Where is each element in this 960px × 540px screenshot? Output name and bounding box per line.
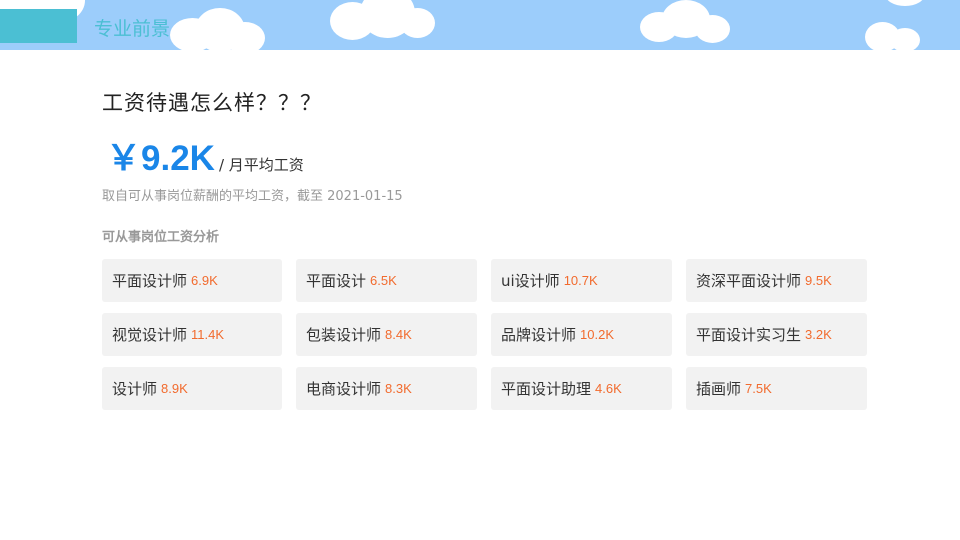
job-name: 平面设计 [306, 272, 367, 290]
job-chip[interactable]: 平面设计 6.5K [296, 259, 477, 302]
salary-unit: / 月平均工资 [218, 156, 304, 174]
job-salary: 9.5K [805, 273, 832, 288]
job-salary: 8.9K [161, 381, 188, 396]
job-salary: 6.5K [370, 273, 397, 288]
job-name: 包装设计师 [306, 326, 382, 344]
job-salary: 10.7K [563, 273, 598, 288]
header-title: 专业前景 [94, 18, 171, 40]
job-name: 品牌设计师 [501, 326, 577, 344]
job-salary: 10.2K [580, 327, 614, 342]
job-salary: 6.9K [191, 273, 218, 288]
question-heading: 工资待遇怎么样？？？ [102, 91, 322, 115]
slide: 专业前景 工资待遇怎么样？？？ ￥9.2K / 月平均工资 取自可从事岗位薪酬的… [0, 0, 960, 540]
job-chip[interactable]: 平面设计助理 4.6K [491, 367, 672, 410]
header-accent-block [0, 9, 77, 43]
sky-header-banner: 专业前景 [0, 0, 960, 50]
salary-value: ￥9.2K [106, 139, 215, 178]
average-salary: ￥9.2K / 月平均工资 [106, 138, 304, 180]
job-salary-grid: 平面设计师 6.9K 平面设计 6.5K ui设计师 10.7K 资深平面设计师 9.5… [102, 259, 868, 410]
job-chip[interactable]: 资深平面设计师 9.5K [686, 259, 867, 302]
job-chip[interactable]: ui设计师 10.7K [491, 259, 672, 302]
job-name: ui设计师 [501, 272, 560, 290]
job-salary: 11.4K [191, 327, 225, 342]
job-chip[interactable]: 平面设计师 6.9K [102, 259, 282, 302]
job-name: 视觉设计师 [112, 326, 188, 344]
job-chip[interactable]: 设计师 8.9K [102, 367, 282, 410]
job-salary: 7.5K [745, 381, 772, 396]
job-chip[interactable]: 电商设计师 8.3K [296, 367, 477, 410]
job-salary: 8.3K [385, 381, 412, 396]
job-chip[interactable]: 平面设计实习生 3.2K [686, 313, 867, 356]
section-title: 可从事岗位工资分析 [102, 230, 220, 245]
cloud-icon [170, 0, 280, 50]
source-note: 取自可从事岗位薪酬的平均工资，截至 2021-01-15 [102, 189, 403, 204]
job-name: 平面设计实习生 [696, 326, 802, 344]
job-name: 资深平面设计师 [696, 272, 802, 290]
cloud-icon [860, 0, 960, 50]
job-chip[interactable]: 包装设计师 8.4K [296, 313, 477, 356]
job-name: 设计师 [112, 380, 158, 398]
job-salary: 8.4K [385, 327, 412, 342]
job-chip[interactable]: 视觉设计师 11.4K [102, 313, 282, 356]
cloud-icon [330, 0, 440, 50]
job-name: 平面设计助理 [501, 380, 592, 398]
job-name: 插画师 [696, 380, 742, 398]
job-salary: 4.6K [595, 381, 622, 396]
job-salary: 3.2K [805, 327, 832, 342]
job-chip[interactable]: 品牌设计师 10.2K [491, 313, 672, 356]
cloud-icon [640, 0, 750, 50]
job-name: 平面设计师 [112, 272, 188, 290]
job-name: 电商设计师 [306, 380, 382, 398]
job-chip[interactable]: 插画师 7.5K [686, 367, 867, 410]
